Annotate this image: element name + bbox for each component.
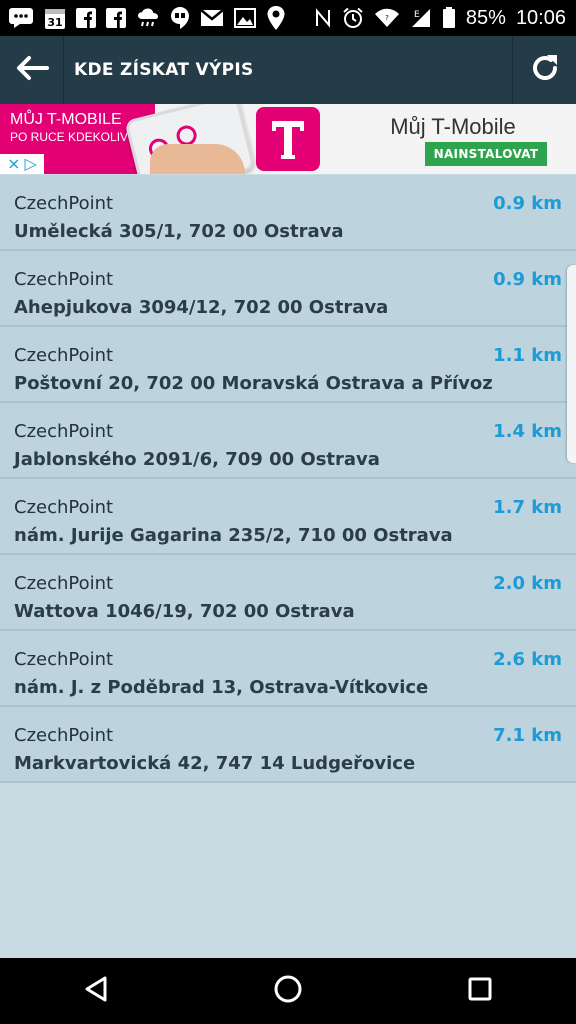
svg-text:?: ? xyxy=(385,14,389,22)
nav-home-button[interactable] xyxy=(258,961,318,1021)
cell-signal-icon: E xyxy=(410,8,432,28)
battery-icon xyxy=(442,7,456,29)
refresh-icon xyxy=(529,52,561,88)
location-list-item[interactable]: CzechPoint Markvartovická 42, 747 14 Ludg… xyxy=(0,707,576,783)
location-provider: CzechPoint xyxy=(14,193,114,214)
location-address: Umělecká 305/1, 702 00 Ostrava xyxy=(14,221,344,242)
calendar-icon: 31 xyxy=(44,6,66,30)
ad-app-name: Můj T-Mobile xyxy=(390,114,516,139)
location-address: Jablonského 2091/6, 709 00 Ostrava xyxy=(14,449,380,470)
calendar-day-text: 31 xyxy=(47,16,62,29)
alarm-icon xyxy=(342,7,364,29)
close-ad-icon[interactable]: × xyxy=(7,156,20,172)
ad-info-icon[interactable]: ▷ xyxy=(25,156,37,172)
square-recents-icon xyxy=(467,976,493,1006)
location-list-item[interactable]: CzechPoint Umělecká 305/1, 702 00 Ostrava… xyxy=(0,175,576,251)
drawer-handle[interactable] xyxy=(567,265,576,463)
location-pin-icon xyxy=(266,5,286,31)
ad-banner[interactable]: MŮJ T-MOBILE PO RUCE KDEKOLIV Můj T-Mobi… xyxy=(0,104,576,174)
facebook-icon xyxy=(76,8,96,28)
location-distance: 1.4 km xyxy=(493,421,562,442)
location-provider: CzechPoint xyxy=(14,573,114,594)
arrow-left-icon xyxy=(15,55,49,85)
location-address: nám. Jurije Gagarina 235/2, 710 00 Ostra… xyxy=(14,525,453,546)
location-list-item[interactable]: CzechPoint Ahepjukova 3094/12, 702 00 Ost… xyxy=(0,251,576,327)
location-address: Ahepjukova 3094/12, 702 00 Ostrava xyxy=(14,297,389,318)
location-provider: CzechPoint xyxy=(14,345,114,366)
location-provider: CzechPoint xyxy=(14,649,114,670)
ad-slogan-line1: MŮJ T-MOBILE xyxy=(10,111,122,128)
location-list-item[interactable]: CzechPoint Wattova 1046/19, 702 00 Ostrav… xyxy=(0,555,576,631)
refresh-button[interactable] xyxy=(512,36,576,104)
location-list-item[interactable]: CzechPoint Jablonského 2091/6, 709 00 Ost… xyxy=(0,403,576,479)
nav-back-button[interactable] xyxy=(66,961,126,1021)
triangle-back-icon xyxy=(83,975,109,1007)
location-distance: 7.1 km xyxy=(493,725,562,746)
app-bar: KDE ZÍSKAT VÝPIS xyxy=(0,36,576,104)
location-address: Poštovní 20, 702 00 Moravská Ostrava a P… xyxy=(14,373,493,394)
location-address: Wattova 1046/19, 702 00 Ostrava xyxy=(14,601,355,622)
location-address: nám. J. z Poděbrad 13, Ostrava-Vítkovice xyxy=(14,677,429,698)
network-type-text: E xyxy=(414,10,420,20)
gmail-icon xyxy=(200,9,224,27)
wifi-icon: ? xyxy=(374,8,400,28)
location-provider: CzechPoint xyxy=(14,725,114,746)
location-list: CzechPoint Umělecká 305/1, 702 00 Ostrava… xyxy=(0,175,576,783)
page-title: KDE ZÍSKAT VÝPIS xyxy=(74,60,254,80)
clock: 10:06 xyxy=(515,6,566,29)
circle-home-icon xyxy=(273,974,303,1008)
location-distance: 1.7 km xyxy=(493,497,562,518)
back-button[interactable] xyxy=(0,36,64,104)
status-bar: 31 ? E 85% 10:06 xyxy=(0,0,576,36)
navigation-bar xyxy=(0,958,576,1024)
hangouts-icon xyxy=(170,6,190,30)
t-mobile-logo xyxy=(256,107,320,171)
location-provider: CzechPoint xyxy=(14,269,114,290)
install-button[interactable]: NAINSTALOVAT xyxy=(425,142,547,166)
adchoices-icon[interactable]: × ▷ xyxy=(0,154,44,174)
weather-rain-icon xyxy=(136,7,160,29)
location-distance: 1.1 km xyxy=(493,345,562,366)
location-list-item[interactable]: CzechPoint nám. J. z Poděbrad 13, Ostrava… xyxy=(0,631,576,707)
battery-percentage: 85% xyxy=(465,6,506,29)
location-provider: CzechPoint xyxy=(14,421,114,442)
location-distance: 0.9 km xyxy=(493,193,562,214)
messages-icon xyxy=(8,7,34,29)
facebook-icon-2 xyxy=(106,8,126,28)
hand-illustration xyxy=(150,144,245,174)
ad-slogan-line2: PO RUCE KDEKOLIV xyxy=(10,130,129,144)
location-distance: 0.9 km xyxy=(493,269,562,290)
image-icon xyxy=(234,8,256,28)
nfc-icon xyxy=(314,8,332,28)
location-list-item[interactable]: CzechPoint nám. Jurije Gagarina 235/2, 71… xyxy=(0,479,576,555)
nav-recents-button[interactable] xyxy=(450,961,510,1021)
location-provider: CzechPoint xyxy=(14,497,114,518)
location-address: Markvartovická 42, 747 14 Ludgeřovice xyxy=(14,753,416,774)
location-distance: 2.6 km xyxy=(493,649,562,670)
location-distance: 2.0 km xyxy=(493,573,562,594)
location-list-item[interactable]: CzechPoint Poštovní 20, 702 00 Moravská O… xyxy=(0,327,576,403)
